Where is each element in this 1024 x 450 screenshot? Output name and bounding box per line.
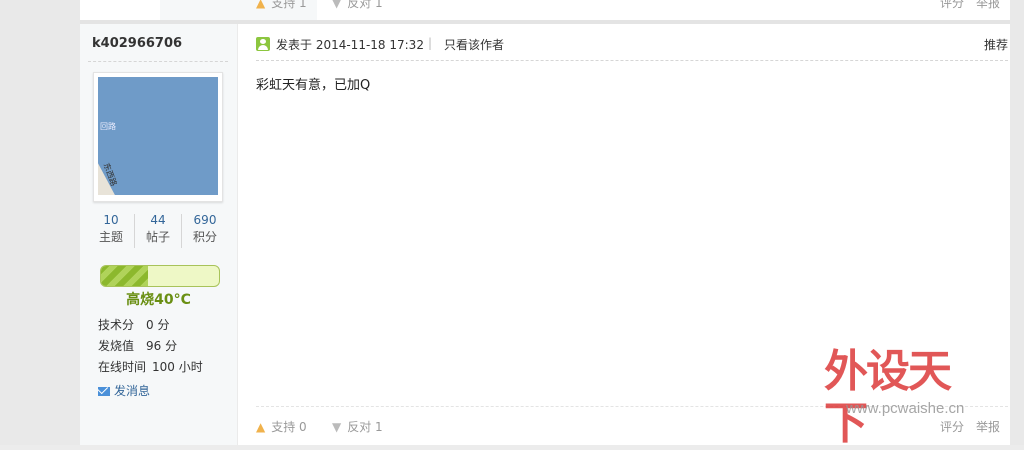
only-author-link[interactable]: 只看该作者	[444, 36, 504, 53]
send-message-link[interactable]: 发消息	[98, 382, 150, 399]
page-background-left	[0, 0, 80, 445]
watermark-brand: 外设天下	[824, 346, 952, 449]
info-value: 0 分	[146, 318, 170, 332]
previous-post-footer: ▲ 支持 1 ▼ 反对 1 评分 举报	[80, 0, 1010, 20]
stat-points[interactable]: 690 积分	[182, 212, 228, 246]
author-stats: 10 主题 44 帖子 690 积分	[88, 212, 228, 252]
author-name-link[interactable]: k402966706	[92, 36, 182, 51]
stat-topics[interactable]: 10 主题	[88, 212, 134, 246]
stat-points-label: 积分	[192, 230, 217, 244]
info-key: 在线时间	[98, 360, 147, 374]
header-separator: |	[428, 36, 433, 50]
info-row-tech-score: 技术分 0 分	[98, 316, 169, 333]
stat-posts[interactable]: 44 帖子	[135, 212, 181, 246]
site-watermark: 外设天下 www.pcwaishe.cn	[824, 346, 984, 449]
post-timestamp: 发表于 2014-11-18 17:32	[276, 38, 424, 52]
thumb-up-icon: ▲	[256, 420, 266, 434]
stat-posts-count: 44	[150, 213, 166, 227]
send-message-label: 发消息	[114, 384, 151, 398]
avatar-map-label: 回路	[100, 122, 116, 131]
info-value: 96 分	[146, 339, 178, 353]
avatar-frame: 回路 东西路	[93, 72, 223, 202]
info-key: 技术分	[98, 318, 135, 332]
sidebar-separator	[88, 61, 228, 62]
heat-level-label: 高烧40°C	[126, 292, 191, 308]
watermark-url: www.pcwaishe.cn	[846, 400, 965, 417]
prev-support-label: 支持 1	[271, 0, 307, 10]
stat-posts-label: 帖子	[145, 230, 170, 244]
user-online-icon	[256, 37, 270, 51]
prev-rate-link[interactable]: 评分	[940, 0, 964, 11]
page-background-right	[1010, 0, 1024, 445]
prev-oppose-label: 反对 1	[347, 0, 383, 10]
thumb-down-icon: ▼	[332, 420, 342, 434]
envelope-icon	[98, 387, 110, 396]
info-row-online-time: 在线时间 100 小时	[98, 358, 203, 375]
info-row-fever-value: 发烧值 96 分	[98, 337, 177, 354]
support-label: 支持 0	[271, 420, 307, 434]
info-key: 发烧值	[98, 339, 135, 353]
author-sidebar: k402966706 回路 东西路 10 主题 44 帖子 690 积分 高烧4…	[80, 24, 238, 445]
post-content: 彩虹天有意，已加Q	[256, 78, 371, 93]
info-value: 100 小时	[152, 360, 203, 374]
stat-points-count: 690	[193, 213, 217, 227]
oppose-label: 反对 1	[347, 420, 383, 434]
heat-level-bar	[100, 265, 220, 287]
post-header: 发表于 2014-11-18 17:32 | 只看该作者 推荐	[256, 36, 1008, 61]
oppose-button[interactable]: ▼ 反对 1	[332, 418, 383, 435]
stat-topics-count: 10	[103, 213, 119, 227]
recommend-link[interactable]: 推荐	[984, 36, 1008, 53]
avatar[interactable]: 回路 东西路	[98, 77, 218, 195]
stat-topics-label: 主题	[98, 230, 123, 244]
thumb-up-icon: ▲	[256, 0, 266, 10]
support-button[interactable]: ▲ 支持 0	[256, 418, 307, 435]
prev-oppose-button[interactable]: ▼ 反对 1	[332, 0, 383, 11]
prev-report-link[interactable]: 举报	[976, 0, 1000, 11]
thumb-down-icon: ▼	[332, 0, 342, 10]
prev-support-button[interactable]: ▲ 支持 1	[256, 0, 307, 11]
heat-level-fill	[101, 266, 148, 286]
